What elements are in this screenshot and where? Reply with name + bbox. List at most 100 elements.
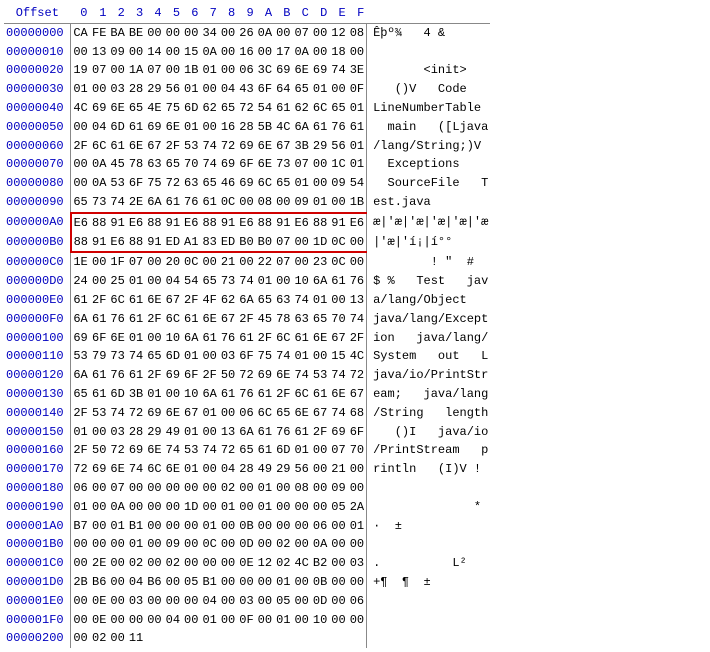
offset-cell: 000001C0 — [4, 554, 71, 573]
hex-byte: 00 — [200, 423, 218, 442]
hex-byte: 61 — [200, 193, 218, 213]
hex-byte: 65 — [274, 174, 292, 193]
hex-byte: 88 — [311, 213, 329, 233]
hex-byte: 00 — [256, 517, 274, 536]
hex-byte: 01 — [182, 80, 200, 99]
hex-byte: 3E — [348, 61, 367, 80]
hex-byte: 69 — [237, 137, 255, 156]
hex-byte: 61 — [90, 366, 108, 385]
ascii-cell: Exceptions — [367, 155, 491, 174]
hex-byte: 00 — [348, 233, 367, 253]
hex-byte: 00 — [200, 479, 218, 498]
hex-byte: 69 — [274, 61, 292, 80]
hex-byte: 10 — [182, 385, 200, 404]
hex-byte: 00 — [237, 573, 255, 592]
hex-byte: 00 — [311, 23, 329, 42]
ascii-cell: ()I java/io — [367, 423, 491, 442]
hex-byte: 00 — [164, 61, 182, 80]
ascii-cell: ()V Code — [367, 80, 491, 99]
hex-byte: 00 — [292, 573, 310, 592]
hex-byte: 69 — [90, 460, 108, 479]
col-header: 6 — [182, 4, 200, 23]
hex-byte: 70 — [348, 441, 367, 460]
hex-byte: 6E — [256, 137, 274, 156]
hex-byte: 61 — [127, 366, 145, 385]
hex-byte: 20 — [164, 252, 182, 272]
ascii-cell — [367, 611, 491, 630]
hex-byte: 28 — [237, 118, 255, 137]
hex-byte: 74 — [329, 366, 347, 385]
hex-byte: 00 — [108, 554, 126, 573]
hex-byte: 61 — [256, 441, 274, 460]
hex-byte: 76 — [108, 366, 126, 385]
hex-byte: 00 — [274, 272, 292, 291]
hex-byte: 00 — [274, 193, 292, 213]
hex-byte: 0A — [90, 155, 108, 174]
hex-byte: 6E — [145, 441, 163, 460]
offset-cell: 00000060 — [4, 137, 71, 156]
ascii-cell: +¶ ¶ ± — [367, 573, 491, 592]
hex-byte: 09 — [329, 174, 347, 193]
hex-byte: 65 — [145, 347, 163, 366]
hex-byte: B1 — [127, 517, 145, 536]
offset-cell: 000000E0 — [4, 291, 71, 310]
hex-byte: 04 — [219, 80, 237, 99]
hex-byte: 74 — [329, 404, 347, 423]
hex-byte: 00 — [256, 611, 274, 630]
hex-byte: 00 — [90, 423, 108, 442]
hex-byte: 01 — [311, 291, 329, 310]
hex-byte: 29 — [145, 423, 163, 442]
hex-byte: 6C — [292, 385, 310, 404]
hex-byte: 6A — [145, 193, 163, 213]
hex-byte: 2F — [182, 291, 200, 310]
hex-byte: 0C — [329, 252, 347, 272]
hex-byte — [237, 629, 255, 648]
hex-byte: 22 — [256, 252, 274, 272]
hex-byte: 53 — [311, 366, 329, 385]
hex-byte: 6E — [108, 99, 126, 118]
hex-byte: 6F — [182, 366, 200, 385]
hex-byte: 61 — [127, 310, 145, 329]
hex-byte: 72 — [237, 99, 255, 118]
hex-byte: 03 — [348, 554, 367, 573]
hex-byte: 65 — [200, 174, 218, 193]
hex-byte: 29 — [274, 460, 292, 479]
hex-byte: 00 — [71, 43, 90, 62]
hex-byte: 01 — [108, 517, 126, 536]
hex-byte: 6E — [164, 404, 182, 423]
hex-byte: 01 — [127, 329, 145, 348]
hex-byte: 00 — [145, 23, 163, 42]
hex-byte: 00 — [274, 23, 292, 42]
hex-byte: 72 — [219, 441, 237, 460]
hex-byte: 00 — [274, 517, 292, 536]
hex-byte: 67 — [311, 404, 329, 423]
hex-byte — [182, 629, 200, 648]
hex-byte: 65 — [71, 385, 90, 404]
hex-byte: 2F — [71, 404, 90, 423]
hex-byte: 0C — [200, 535, 218, 554]
hex-byte: 07 — [292, 155, 310, 174]
col-header: C — [292, 4, 310, 23]
hex-byte: 74 — [127, 347, 145, 366]
hex-byte: 6C — [274, 329, 292, 348]
hex-byte: 56 — [292, 460, 310, 479]
hex-byte: 61 — [219, 385, 237, 404]
hex-byte: 54 — [182, 272, 200, 291]
hex-byte: 6E — [108, 329, 126, 348]
hex-byte: 72 — [164, 174, 182, 193]
hex-byte: E6 — [292, 213, 310, 233]
ascii-cell: eam; java/lang — [367, 385, 491, 404]
hex-byte: 75 — [256, 347, 274, 366]
hex-byte: B6 — [145, 573, 163, 592]
ascii-cell: æ|'æ|'æ|'æ|'æ|'æ — [367, 213, 491, 233]
hex-byte: 69 — [164, 366, 182, 385]
hex-byte: 00 — [219, 23, 237, 42]
offset-cell: 000000C0 — [4, 252, 71, 272]
hex-byte: 91 — [219, 213, 237, 233]
hex-byte: 65 — [127, 99, 145, 118]
hex-byte: B0 — [256, 233, 274, 253]
hex-byte: 61 — [292, 329, 310, 348]
hex-byte — [348, 629, 367, 648]
offset-cell: 000001D0 — [4, 573, 71, 592]
hex-byte: 01 — [292, 441, 310, 460]
